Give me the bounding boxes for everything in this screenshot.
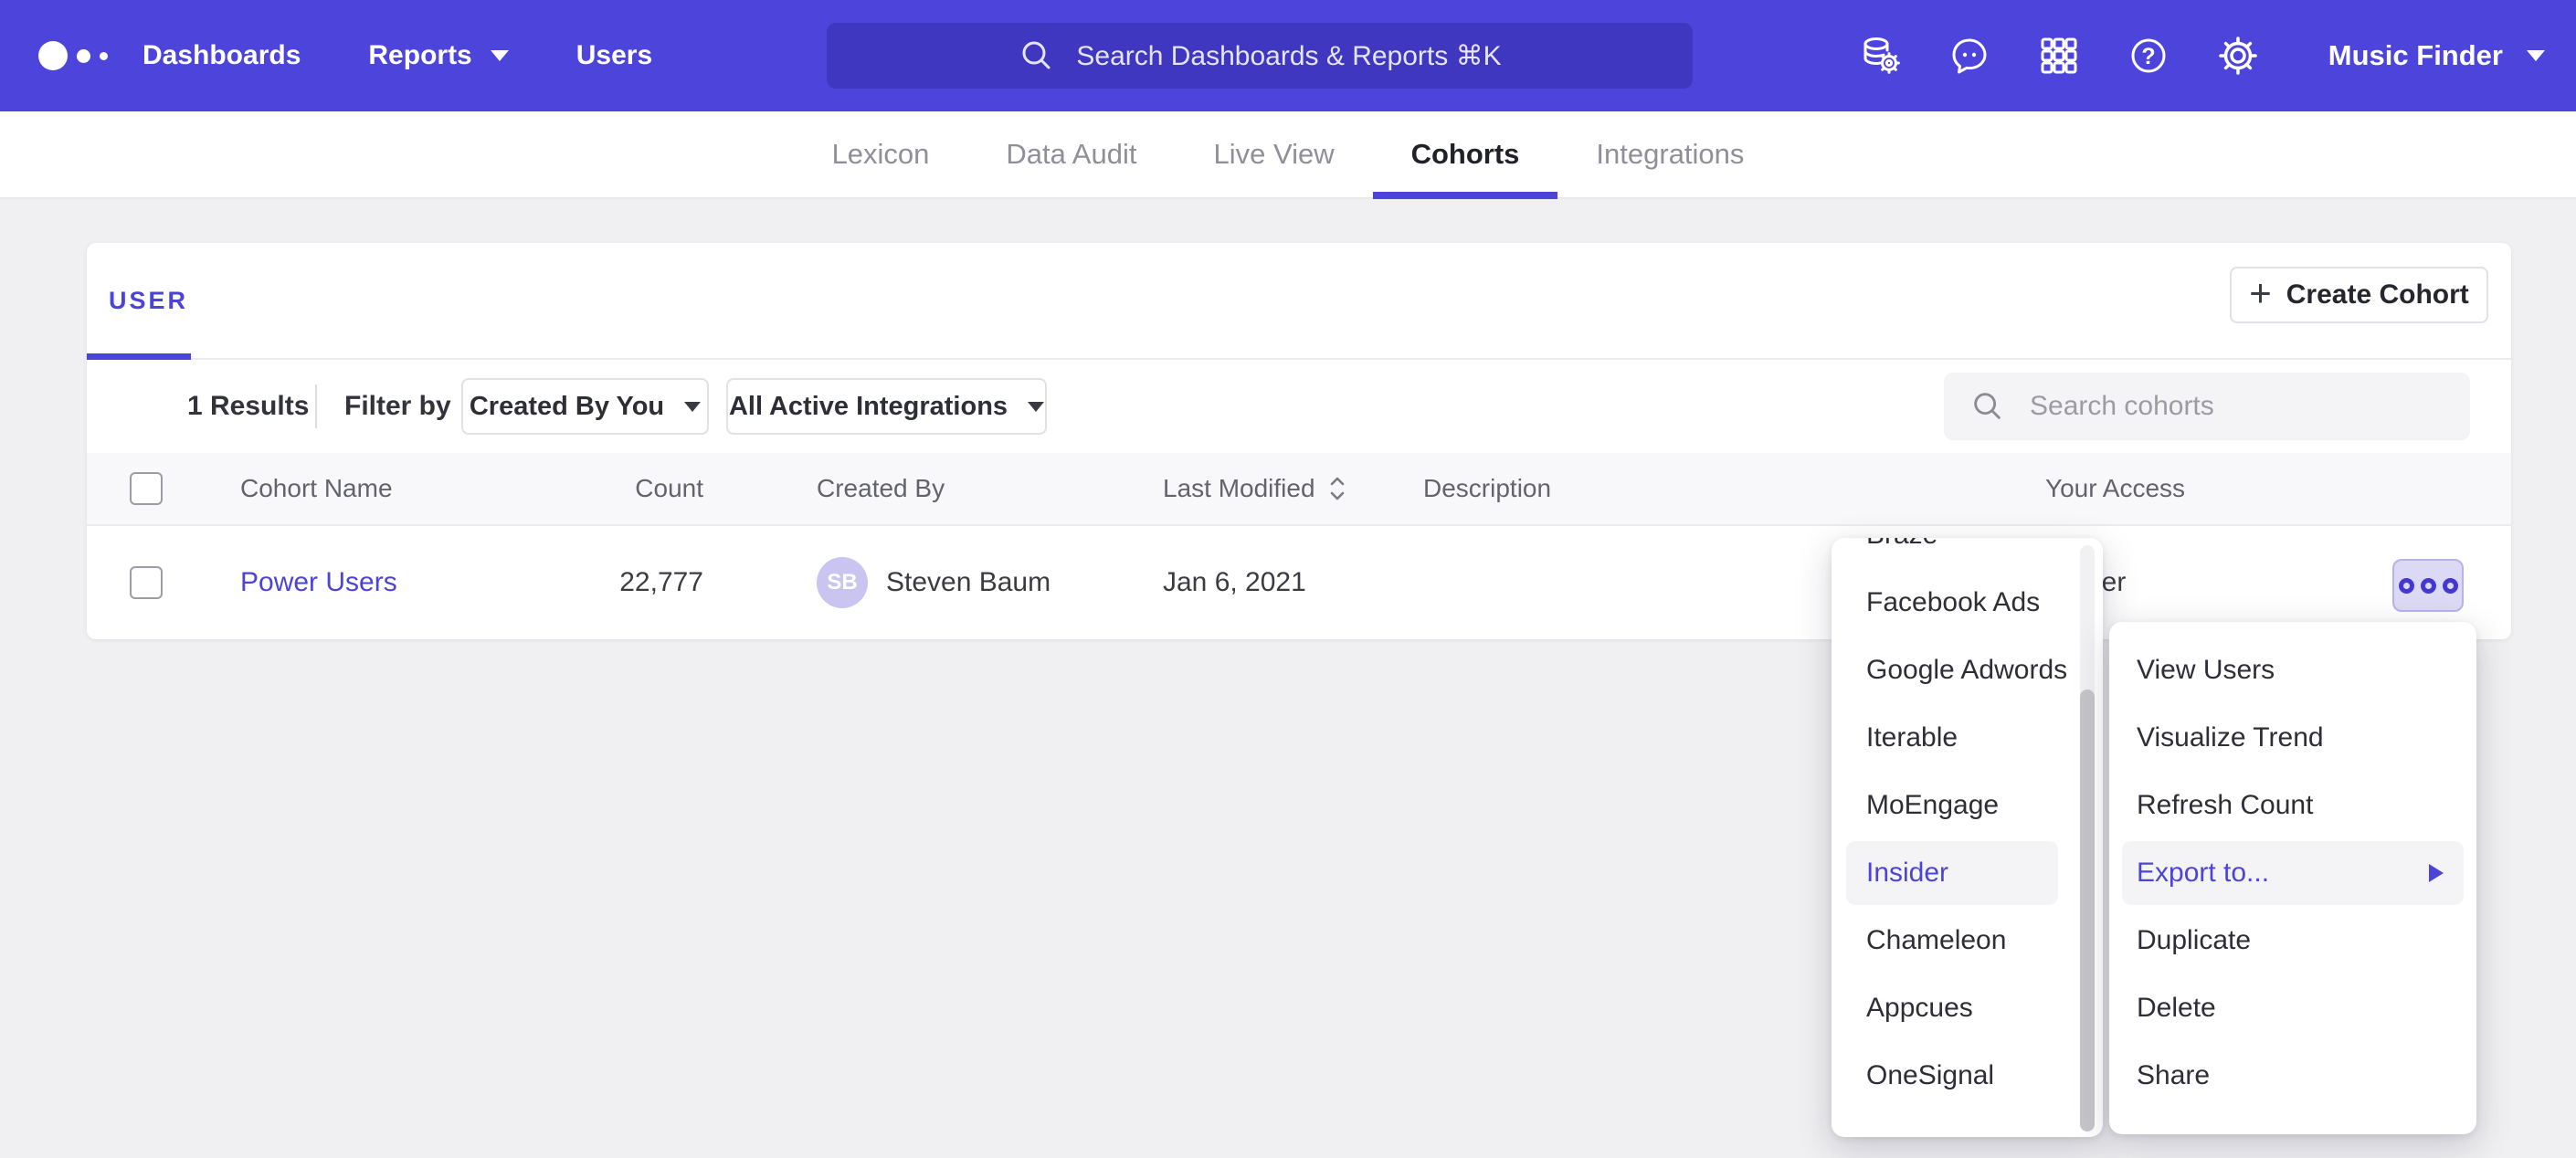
integrations-filter-dropdown[interactable]: All Active Integrations	[726, 378, 1047, 435]
created-by-cell: SB Steven Baum	[817, 557, 1050, 608]
filter-by-label: Filter by	[344, 391, 451, 422]
active-tab-underline	[87, 353, 191, 360]
header-count: Count	[539, 474, 703, 503]
project-selector[interactable]: Music Finder	[2328, 39, 2545, 72]
tab-cohorts[interactable]: Cohorts	[1411, 111, 1520, 197]
chevron-down-icon	[684, 402, 701, 412]
nav-item-label: Users	[576, 40, 652, 71]
menu-item-facebook-ads[interactable]: Facebook Ads	[1832, 569, 2103, 637]
dropdown-value: Created By You	[470, 392, 664, 422]
tab-data-audit[interactable]: Data Audit	[1006, 111, 1136, 197]
svg-text:?: ?	[2141, 44, 2155, 69]
nav-item-label: Reports	[368, 40, 471, 71]
ellipsis-icon	[2421, 578, 2436, 594]
ellipsis-icon	[2399, 578, 2414, 594]
row-checkbox[interactable]	[130, 566, 163, 599]
sort-icon	[1328, 475, 1346, 502]
project-name: Music Finder	[2328, 39, 2503, 72]
menu-item-insider[interactable]: Insider	[1832, 839, 2103, 907]
menu-item-chameleon[interactable]: Chameleon	[1832, 907, 2103, 974]
create-cohort-button[interactable]: + Create Cohort	[2230, 267, 2488, 323]
cohorts-panel: USER + Create Cohort 1 Results Filter by…	[87, 243, 2511, 639]
feedback-icon[interactable]	[1948, 35, 1990, 77]
nav-item-reports[interactable]: Reports	[368, 40, 508, 71]
logo-dots-icon[interactable]	[38, 0, 108, 111]
help-icon[interactable]: ?	[2127, 35, 2170, 77]
chevron-down-icon	[2527, 50, 2545, 61]
menu-scrollbar-thumb[interactable]	[2080, 690, 2095, 1132]
tab-label: Data Audit	[1006, 138, 1136, 171]
export-targets-list: Braze Facebook Ads Google Adwords Iterab…	[1832, 538, 2103, 1110]
nav-items: Dashboards Reports Users	[143, 0, 720, 111]
header-cohort-name: Cohort Name	[240, 474, 393, 503]
row-actions-button[interactable]	[2392, 559, 2464, 612]
nav-right: ? Music Finder	[1859, 0, 2545, 111]
menu-item-view-users[interactable]: View Users	[2109, 637, 2476, 704]
chevron-down-icon	[1028, 402, 1044, 412]
tab-user-cohorts[interactable]: USER	[109, 287, 188, 315]
tab-label: Lexicon	[832, 138, 930, 171]
menu-item-iterable[interactable]: Iterable	[1832, 704, 2103, 772]
row-actions-menu: View Users Visualize Trend Refresh Count…	[2109, 622, 2476, 1134]
menu-item-moengage[interactable]: MoEngage	[1832, 772, 2103, 839]
section-tabs: Lexicon Data Audit Live View Cohorts Int…	[0, 111, 2576, 199]
apps-grid-icon[interactable]	[2038, 35, 2080, 77]
global-search-placeholder: Search Dashboards & Reports ⌘K	[1076, 40, 1501, 72]
dropdown-value: All Active Integrations	[729, 392, 1008, 422]
search-icon	[1969, 388, 2006, 425]
menu-item-refresh-count[interactable]: Refresh Count	[2109, 772, 2476, 839]
results-count: 1 Results	[187, 391, 309, 422]
global-search-button[interactable]: Search Dashboards & Reports ⌘K	[827, 23, 1693, 89]
settings-gear-icon[interactable]	[2217, 35, 2259, 77]
tab-label: Live View	[1213, 138, 1334, 171]
plus-icon: +	[2249, 271, 2272, 315]
tab-live-view[interactable]: Live View	[1213, 111, 1334, 197]
divider	[315, 384, 317, 428]
menu-item-appcues[interactable]: Appcues	[1832, 974, 2103, 1042]
header-last-modified[interactable]: Last Modified	[1163, 474, 1346, 503]
menu-item-visualize-trend[interactable]: Visualize Trend	[2109, 704, 2476, 772]
menu-item-share[interactable]: Share	[2109, 1042, 2476, 1110]
created-by-name: Steven Baum	[886, 567, 1050, 598]
create-cohort-label: Create Cohort	[2286, 279, 2469, 311]
menu-item-braze[interactable]: Braze	[1832, 538, 2103, 569]
header-label: Last Modified	[1163, 474, 1315, 503]
created-by-filter-dropdown[interactable]: Created By You	[461, 378, 709, 435]
table-header: Cohort Name Count Created By Last Modifi…	[87, 453, 2511, 526]
select-all-checkbox[interactable]	[130, 472, 163, 505]
chevron-down-icon	[491, 50, 509, 61]
cohort-search-input[interactable]	[2028, 390, 2430, 423]
cohort-name-link[interactable]: Power Users	[240, 567, 397, 598]
tab-lexicon[interactable]: Lexicon	[832, 111, 930, 197]
submenu-arrow-icon	[2429, 864, 2444, 882]
tab-label: Integrations	[1596, 138, 1744, 171]
nav-item-dashboards[interactable]: Dashboards	[143, 40, 301, 71]
search-icon	[1018, 37, 1056, 75]
data-management-icon[interactable]	[1859, 35, 1901, 77]
header-your-access: Your Access	[2045, 474, 2185, 503]
filter-row: 1 Results Filter by Created By You All A…	[87, 360, 2511, 453]
menu-item-export-to[interactable]: Export to...	[2109, 839, 2476, 907]
last-modified-cell: Jan 6, 2021	[1163, 567, 1306, 598]
tab-label: Cohorts	[1411, 138, 1520, 171]
menu-item-duplicate[interactable]: Duplicate	[2109, 907, 2476, 974]
export-targets-menu: Braze Facebook Ads Google Adwords Iterab…	[1832, 538, 2103, 1137]
ellipsis-icon	[2443, 578, 2458, 594]
menu-item-onesignal[interactable]: OneSignal	[1832, 1042, 2103, 1110]
cohort-search	[1944, 373, 2470, 440]
menu-item-delete[interactable]: Delete	[2109, 974, 2476, 1042]
top-nav: Dashboards Reports Users Search Dashboar…	[0, 0, 2576, 111]
cohort-count: 22,777	[539, 567, 703, 598]
header-description: Description	[1423, 474, 1551, 503]
nav-item-label: Dashboards	[143, 40, 301, 71]
header-created-by: Created By	[817, 474, 945, 503]
tab-integrations[interactable]: Integrations	[1596, 111, 1744, 197]
cohort-type-tabs: USER + Create Cohort	[87, 243, 2511, 360]
menu-item-google-adwords[interactable]: Google Adwords	[1832, 637, 2103, 704]
avatar: SB	[817, 557, 868, 608]
nav-item-users[interactable]: Users	[576, 40, 652, 71]
